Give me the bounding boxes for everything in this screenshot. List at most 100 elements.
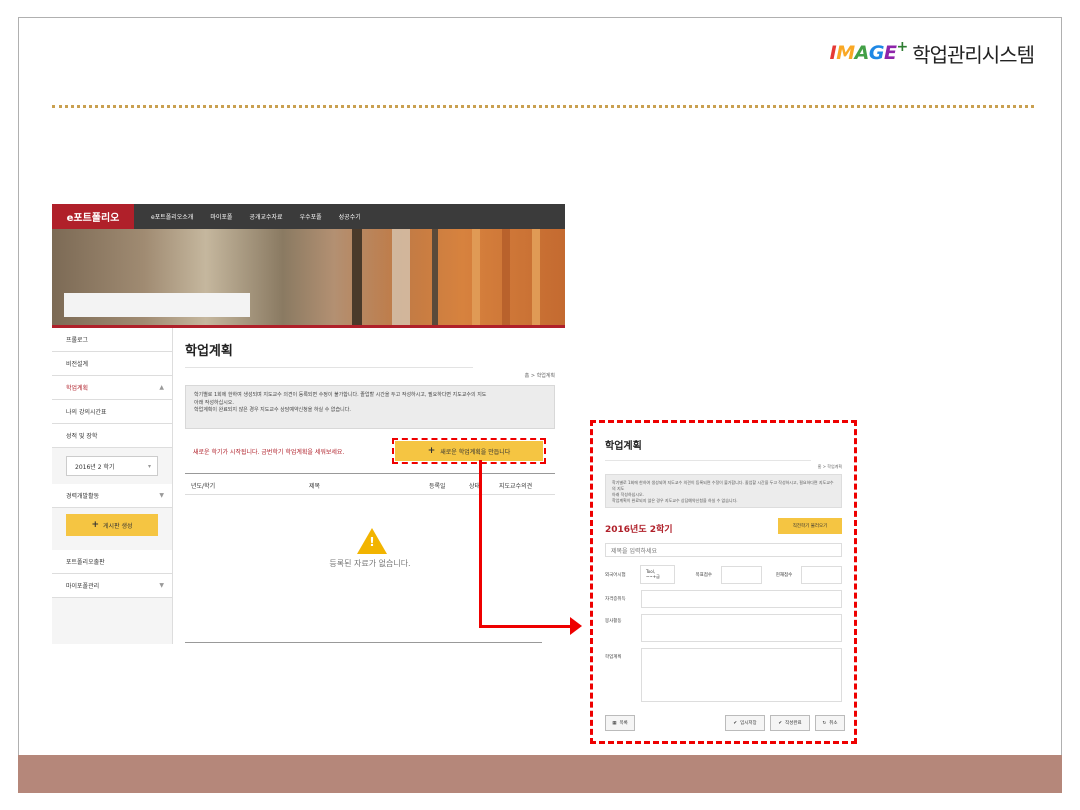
nav-item-intro[interactable]: e포트폴리오소개: [151, 212, 193, 221]
semester-select-wrap: 2016년 2 학기 ▾: [52, 456, 172, 476]
zoomed-form-panel: 학업계획 홈 > 학업계획 학기별로 1회에 한하여 생성되며 지도교수 의견이…: [590, 420, 857, 744]
check-icon: ✔: [733, 720, 738, 726]
cancel-label: 취소: [829, 721, 838, 726]
nav-item-best[interactable]: 우수포폴: [300, 212, 322, 221]
target-score-input[interactable]: [720, 565, 762, 584]
list-button-label: 목록: [619, 721, 628, 726]
notice-line: 학기별로 1회에 한하여 생성되며 지도교수 의견이 등록되면 수정이 불가합니…: [612, 480, 834, 491]
notice-line: 학업계획이 완료되지 않은 경우 지도교수 상담예약신청을 하실 수 없습니다.: [612, 498, 738, 503]
certificate-label: 자격증취득: [605, 597, 626, 602]
notice-line: 학기별로 1회에 한하여 생성되며 지도교수 의견이 등록되면 수정이 불가합니…: [194, 392, 487, 398]
study-plan-textarea[interactable]: [641, 648, 842, 702]
top-nav: e포트폴리오 e포트폴리오소개 마이포폴 공개교수자료 우수포폴 성공수기: [52, 204, 565, 229]
form-title-rule: [605, 460, 811, 461]
title-rule: [185, 367, 473, 368]
sidebar-item-timetable[interactable]: 나의 강의시간표: [52, 400, 172, 424]
image-logo: IMAGE: [829, 42, 897, 64]
new-study-plan-label: 새로운 학업계획을 만듭니다: [440, 448, 511, 456]
language-label: 외국어시험: [605, 572, 626, 578]
study-plan-row: 학업계획: [605, 648, 842, 702]
cancel-button[interactable]: ↻ 취소: [815, 715, 845, 731]
list-icon: ▦: [612, 720, 617, 726]
semester-select-value: 2016년 2 학기: [75, 463, 115, 471]
sidebar: 프롤로그 비전설계 학업계획 ▲ 나의 강의시간표 성적 및 장학 2016년 …: [52, 328, 173, 644]
banner-caption-box: [64, 293, 250, 317]
sidebar-item-grades[interactable]: 성적 및 장학: [52, 424, 172, 448]
notice-line: 아래 작성하십시오.: [194, 399, 234, 406]
sidebar-item-label: 마이포폴관리: [66, 583, 100, 590]
complete-button[interactable]: ✔ 작성완료: [770, 715, 810, 731]
target-score-label: 목표점수: [695, 572, 713, 578]
load-previous-button[interactable]: 직전학기 불러오기: [778, 517, 842, 534]
semester-row: 2016년도 2학기 직전학기 불러오기: [605, 516, 842, 535]
arrow-line-horizontal: [479, 625, 574, 628]
sidebar-item-prologue[interactable]: 프롤로그: [52, 328, 172, 352]
chevron-down-icon: ▼: [159, 492, 164, 499]
nav-item-myfolio[interactable]: 마이포폴: [210, 212, 232, 221]
column-semester: 년도/학기: [191, 483, 216, 490]
language-row: 외국어시험 Tool, ~~+급 목표점수 현재점수: [605, 565, 842, 584]
sidebar-item-manage[interactable]: 마이포폴관리 ▼: [52, 574, 172, 598]
sidebar-item-career[interactable]: 경력개발활동 ▼: [52, 484, 172, 508]
semester-label: 2016년도 2학기: [605, 525, 673, 535]
create-board-button[interactable]: + 게시판 생성: [66, 514, 158, 536]
arrow-head-icon: [570, 617, 582, 635]
plus-icon: +: [427, 446, 436, 456]
table-bottom-rule: [185, 642, 542, 643]
current-score-label: 현재점수: [775, 572, 793, 578]
chevron-down-icon: ▾: [147, 462, 151, 470]
semester-select[interactable]: 2016년 2 학기 ▾: [66, 456, 158, 476]
certificate-input[interactable]: [641, 590, 842, 608]
plus-icon: +: [91, 520, 100, 530]
system-name: 학업관리시스템: [912, 42, 1035, 67]
save-temp-label: 임시저장: [740, 721, 757, 726]
create-board-label: 게시판 생성: [103, 522, 133, 530]
nav-item-success[interactable]: 성공수기: [339, 212, 361, 221]
table-header: 년도/학기 제목 등록일 상태 지도교수의견: [185, 473, 555, 495]
certificate-row: 자격증취득: [605, 590, 842, 608]
save-temp-button[interactable]: ✔ 임시저장: [725, 715, 765, 731]
form-notice: 학기별로 1회에 한하여 생성되며 지도교수 의견이 등록되면 수정이 불가합니…: [605, 474, 842, 508]
nav-item-professor[interactable]: 공개교수자료: [249, 212, 282, 221]
breadcrumb: 홈 > 학업계획: [524, 373, 555, 379]
chevron-down-icon: ▼: [159, 582, 164, 589]
plus-mark: +: [896, 39, 909, 55]
study-plan-label: 학업계획: [605, 655, 622, 660]
volunteer-label: 봉사활동: [605, 619, 622, 624]
language-select[interactable]: Tool, ~~+급: [640, 565, 676, 584]
check-icon: ✔: [778, 720, 783, 726]
refresh-icon: ↻: [822, 720, 827, 726]
title-input[interactable]: 제목을 입력하세요: [605, 543, 842, 557]
chevron-up-icon: ▲: [159, 384, 164, 391]
dotted-divider: [52, 105, 1034, 108]
new-study-plan-button[interactable]: + 새로운 학업계획을 만듭니다: [392, 438, 546, 464]
banner-image: [52, 229, 565, 325]
portfolio-screenshot: e포트폴리오 e포트폴리오소개 마이포폴 공개교수자료 우수포폴 성공수기 프롤…: [52, 204, 565, 644]
warning-mark: !: [369, 535, 375, 549]
current-score-input[interactable]: [801, 565, 842, 584]
brand-logo: IMAGE + 학업관리시스템: [829, 38, 1035, 68]
complete-label: 작성완료: [785, 721, 802, 726]
main-content: 학업계획 홈 > 학업계획 학기별로 1회에 한하여 생성되며 지도교수 의견이…: [185, 328, 555, 644]
notice-line: 학업계획이 완료되지 않은 경우 지도교수 상담예약신청을 하실 수 없습니다.: [194, 407, 351, 413]
list-button[interactable]: ▦ 목록: [605, 715, 635, 731]
board-button-wrap: + 게시판 생성: [52, 514, 172, 550]
column-title: 제목: [309, 483, 321, 490]
form-breadcrumb: 홈 > 학업계획: [817, 464, 842, 469]
form-footer: ▦ 목록 ✔ 임시저장 ✔ 작성완료 ↻ 취소: [605, 715, 845, 731]
new-semester-message: 새로운 학기가 시작됩니다. 금번학기 학업계획을 세워보세요.: [193, 449, 345, 456]
page-title: 학업계획: [185, 344, 233, 359]
column-advisor: 지도교수의견: [499, 483, 533, 490]
notice-box: 학기별로 1회에 한하여 생성되며 지도교수 의견이 등록되면 수정이 불가합니…: [185, 385, 555, 429]
sidebar-item-label: 경력개발활동: [66, 493, 100, 500]
volunteer-input[interactable]: [641, 614, 842, 642]
column-date: 등록일: [429, 483, 446, 490]
message-row: 새로운 학기가 시작됩니다. 금번학기 학업계획을 세워보세요. + 새로운 학…: [185, 438, 555, 464]
site-logo[interactable]: e포트폴리오: [52, 204, 134, 229]
sidebar-item-vision[interactable]: 비전설계: [52, 352, 172, 376]
sidebar-item-study-plan[interactable]: 학업계획 ▲: [52, 376, 172, 400]
empty-message: 등록된 자료가 없습니다.: [329, 559, 411, 568]
footer-band: [18, 755, 1062, 793]
sidebar-item-label: 학업계획: [66, 385, 89, 392]
sidebar-item-publish[interactable]: 포트폴리오출판: [52, 550, 172, 574]
